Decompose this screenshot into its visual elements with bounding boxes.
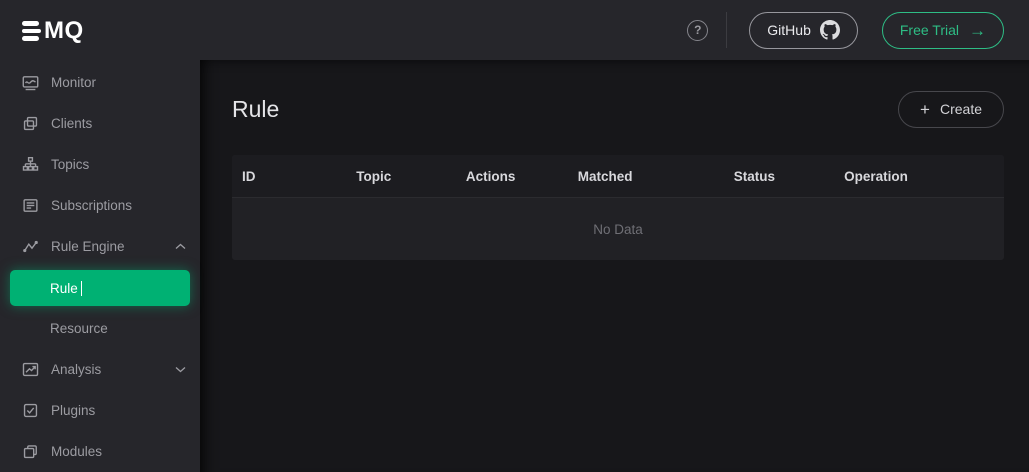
sidebar-item-clients[interactable]: Clients <box>0 103 200 144</box>
chevron-down-icon <box>175 366 186 373</box>
sidebar-item-topics[interactable]: Topics <box>0 144 200 185</box>
emq-logo-text: MQ <box>44 19 84 43</box>
page-title: Rule <box>232 96 279 123</box>
create-button-label: Create <box>940 101 982 117</box>
column-header-actions: Actions <box>456 169 568 184</box>
table-header-row: ID Topic Actions Matched Status Operatio… <box>232 155 1004 197</box>
sidebar-item-label: Clients <box>51 116 92 131</box>
main-area: ? GitHub Free Trial → Rule + <box>200 0 1029 472</box>
column-header-operation: Operation <box>834 169 1004 184</box>
github-octocat-icon <box>820 20 840 40</box>
help-icon[interactable]: ? <box>687 20 708 41</box>
page-content: Rule + Create ID Topic Actions Matched S… <box>200 60 1029 472</box>
sidebar-item-label: Resource <box>50 321 108 336</box>
create-button[interactable]: + Create <box>898 91 1004 128</box>
sidebar-item-label: Rule <box>50 281 78 296</box>
sidebar-item-label: Monitor <box>51 75 96 90</box>
column-header-matched: Matched <box>568 169 724 184</box>
modules-icon <box>22 443 39 460</box>
rule-engine-icon <box>22 238 39 255</box>
sidebar-item-label: Topics <box>51 157 89 172</box>
topics-icon <box>22 156 39 173</box>
analysis-icon <box>22 361 39 378</box>
sidebar-item-rule-engine[interactable]: Rule Engine <box>0 226 200 267</box>
sidebar-item-label: Plugins <box>51 403 95 418</box>
github-button-label: GitHub <box>767 22 811 38</box>
column-header-topic: Topic <box>346 169 456 184</box>
text-cursor <box>81 281 83 296</box>
sidebar-nav: Monitor Clients <box>0 62 200 472</box>
free-trial-button[interactable]: Free Trial → <box>882 12 1004 49</box>
subscriptions-icon <box>22 197 39 214</box>
emq-logo[interactable]: MQ <box>0 0 200 62</box>
sidebar-item-modules[interactable]: Modules <box>0 431 200 472</box>
plus-icon: + <box>920 101 930 118</box>
arrow-right-icon: → <box>969 22 986 39</box>
emqx-dashboard: MQ Monitor <box>0 0 1029 472</box>
sidebar: MQ Monitor <box>0 0 200 472</box>
monitor-icon <box>22 74 39 91</box>
chevron-up-icon <box>175 243 186 250</box>
page-header: Rule + Create <box>232 90 1004 128</box>
sidebar-item-resource[interactable]: Resource <box>0 308 200 349</box>
column-header-id: ID <box>232 169 346 184</box>
sidebar-item-label: Rule Engine <box>51 239 125 254</box>
emq-logo-e-icon <box>22 21 41 41</box>
github-button[interactable]: GitHub <box>749 12 858 49</box>
free-trial-label: Free Trial <box>900 22 959 38</box>
plugins-icon <box>22 402 39 419</box>
no-data-text: No Data <box>593 222 643 237</box>
rules-table: ID Topic Actions Matched Status Operatio… <box>232 155 1004 260</box>
sidebar-item-label: Subscriptions <box>51 198 132 213</box>
sidebar-item-monitor[interactable]: Monitor <box>0 62 200 103</box>
sidebar-item-rule[interactable]: Rule <box>10 270 190 306</box>
topbar-divider <box>726 12 727 48</box>
sidebar-item-analysis[interactable]: Analysis <box>0 349 200 390</box>
help-question-mark: ? <box>694 23 701 37</box>
sidebar-item-plugins[interactable]: Plugins <box>0 390 200 431</box>
column-header-status: Status <box>724 169 834 184</box>
clients-icon <box>22 115 39 132</box>
sidebar-item-label: Modules <box>51 444 102 459</box>
table-empty-state: No Data <box>232 197 1004 260</box>
sidebar-item-label: Analysis <box>51 362 101 377</box>
sidebar-item-subscriptions[interactable]: Subscriptions <box>0 185 200 226</box>
topbar: ? GitHub Free Trial → <box>200 0 1029 60</box>
